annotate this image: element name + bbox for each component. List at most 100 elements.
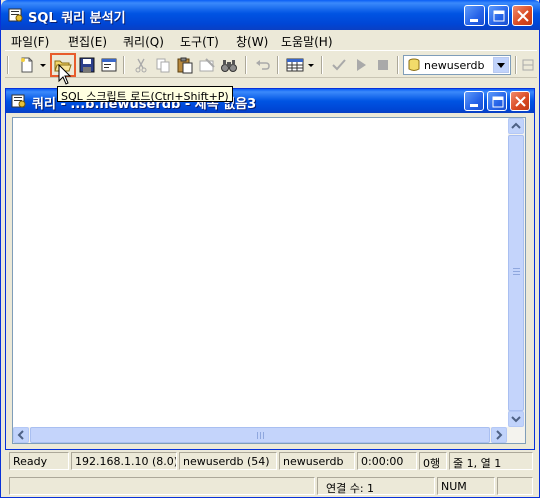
parse-query-button[interactable] [329,55,349,75]
chevron-down-icon [511,416,521,423]
minimize-button[interactable] [464,5,485,26]
status-user: newuserdb (54) [179,452,277,470]
minimize-icon [470,19,478,22]
toolbar-separator [277,56,279,74]
undo-button[interactable] [253,55,273,75]
status-row-count: 0행 [419,452,447,470]
chevron-down-icon [308,64,314,67]
scroll-grip [257,432,265,439]
new-query-button[interactable] [17,55,37,75]
paste-button[interactable] [175,55,195,75]
copy-button[interactable] [153,55,173,75]
scissors-icon [135,58,147,73]
query-window: 쿼리 - ...b.newuserdb - 제목 없음3 [5,88,535,450]
results-mode-button[interactable] [285,55,305,75]
menu-edit[interactable]: 편집(E) [68,33,107,50]
toolbar-separator [245,56,247,74]
cancel-query-button[interactable] [373,55,393,75]
play-icon [357,59,366,71]
status-elapsed-time: 0:00:00 [357,452,417,470]
execute-query-button[interactable] [351,55,371,75]
find-button[interactable] [219,55,239,75]
chevron-left-icon [17,430,24,440]
query-analyzer-window: SQL 쿼리 분석기 파일(F) 편집(E) 쿼리(Q) 도구(T) 창(W) … [0,0,540,498]
query-maximize-button[interactable] [487,91,507,111]
database-name: newuserdb [424,59,485,72]
object-browser-icon [522,59,534,71]
chevron-right-icon [496,430,503,440]
toolbar-grip [7,56,9,74]
query-analyzer-icon [8,8,23,22]
status-resize-grip[interactable] [497,477,533,495]
cut-button[interactable] [131,55,151,75]
status-connections: 연결 수: 1 [317,477,435,495]
toolbar-separator [123,56,125,74]
application-status-bar: 연결 수: 1 NUM [5,476,537,496]
window-title: SQL 쿼리 분석기 [28,11,126,26]
status-num-lock: NUM [437,477,495,495]
binoculars-icon [221,60,237,72]
chevron-up-icon [511,122,521,129]
insert-template-button[interactable] [99,55,119,75]
vertical-scroll-thumb[interactable] [508,135,524,411]
database-dropdown-button[interactable] [493,57,509,73]
scroll-up-button[interactable] [508,118,524,134]
maximize-icon [492,96,504,108]
menu-tools[interactable]: 도구(T) [180,33,219,50]
clear-window-button[interactable] [197,55,217,75]
database-select[interactable]: newuserdb [403,55,511,75]
chevron-down-icon [497,63,505,68]
eraser-icon [199,58,215,72]
new-query-dropdown[interactable] [39,55,47,75]
close-icon [515,96,526,107]
maximize-icon [493,10,505,22]
menu-window[interactable]: 창(W) [236,33,268,50]
stop-icon [378,60,388,70]
mouse-pointer-icon [58,64,72,85]
object-browser-button[interactable] [521,55,535,75]
template-icon [101,58,117,72]
save-button[interactable] [77,55,97,75]
menu-query[interactable]: 쿼리(Q) [123,33,164,50]
toolbar-separator [515,56,517,74]
query-status-bar: Ready 192.168.1.10 (8.0) newuserdb (54) … [5,451,537,470]
scroll-left-button[interactable] [13,427,29,443]
status-database: newuserdb [279,452,355,470]
results-mode-dropdown[interactable] [307,55,315,75]
vertical-scrollbar[interactable] [508,118,525,428]
copy-icon [156,58,170,73]
status-empty [9,477,315,495]
toolbar-separator [397,56,399,74]
status-server: 192.168.1.10 (8.0) [71,452,177,470]
close-icon [517,10,529,22]
status-cursor-position: 줄 1, 열 1 [449,452,533,470]
status-state: Ready [9,452,69,470]
query-close-button[interactable] [510,91,530,111]
checkmark-icon [332,59,346,71]
toolbar-separator [321,56,323,74]
grid-icon [286,58,304,72]
title-bar[interactable]: SQL 쿼리 분석기 [1,0,540,30]
new-query-icon [21,57,33,73]
scroll-grip [513,268,520,276]
menu-bar: 파일(F) 편집(E) 쿼리(Q) 도구(T) 창(W) 도움말(H) [5,31,537,49]
query-minimize-button[interactable] [464,91,484,111]
close-button[interactable] [512,5,533,26]
database-cylinder-icon [408,58,420,71]
scroll-right-button[interactable] [491,427,507,443]
menu-file[interactable]: 파일(F) [11,33,49,50]
horizontal-scrollbar[interactable] [13,427,525,443]
undo-icon [256,60,270,70]
query-editor[interactable] [12,117,526,444]
toolbar: newuserdb [5,50,537,78]
paste-icon [177,57,193,74]
maximize-button[interactable] [488,5,509,26]
scroll-down-button[interactable] [508,411,524,427]
save-icon [79,57,95,73]
query-document-icon [11,94,26,108]
minimize-icon [470,104,478,107]
horizontal-scroll-thumb[interactable] [30,427,490,443]
editor-gutter [13,118,35,428]
menu-help[interactable]: 도움말(H) [281,33,333,50]
tooltip: SQL 스크립트 로드(Ctrl+Shift+P) [57,86,233,103]
